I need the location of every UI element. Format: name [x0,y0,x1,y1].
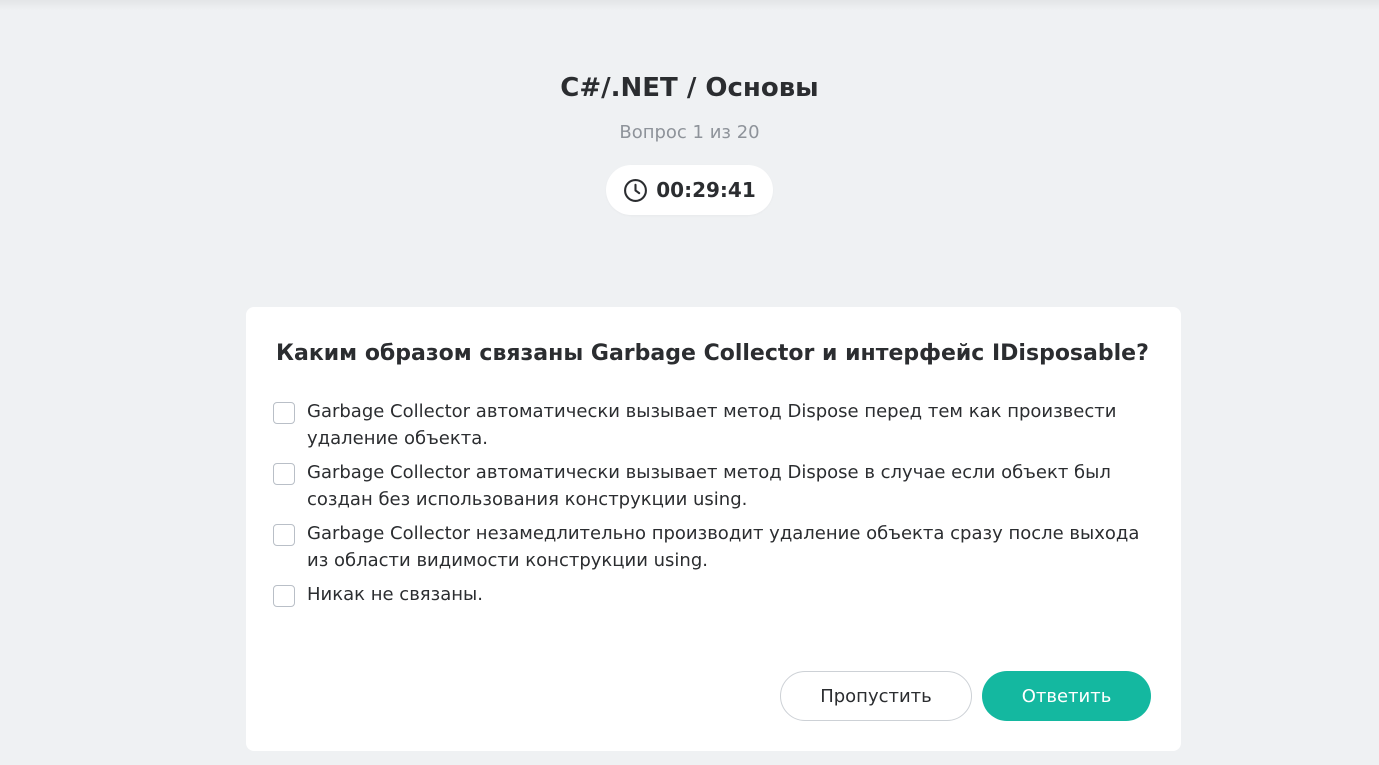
answer-options: Garbage Collector автоматически вызывает… [273,401,1151,608]
skip-button[interactable]: Пропустить [780,671,972,721]
top-shadow [0,0,1379,10]
answer-option-3[interactable]: Garbage Collector незамедлительно произв… [273,523,1151,574]
quiz-header: C#/.NET / Основы Вопрос 1 из 20 00:29:41 [0,68,1379,215]
answer-checkbox-1[interactable] [273,402,295,424]
question-text: Каким образом связаны Garbage Collector … [276,341,1149,366]
answer-option-label: Garbage Collector автоматически вызывает… [307,401,1117,449]
answer-checkbox-4[interactable] [273,585,295,607]
answer-option-4[interactable]: Никак не связаны. [273,584,1151,608]
answer-checkbox-3[interactable] [273,524,295,546]
card-actions: Пропустить Ответить [780,671,1151,721]
clock-icon [624,178,648,202]
timer-badge: 00:29:41 [606,165,773,215]
answer-option-2[interactable]: Garbage Collector автоматически вызывает… [273,462,1151,513]
answer-button[interactable]: Ответить [982,671,1151,721]
answer-option-1[interactable]: Garbage Collector автоматически вызывает… [273,401,1151,452]
page-title: C#/.NET / Основы [560,73,819,103]
answer-checkbox-2[interactable] [273,463,295,485]
timer-value: 00:29:41 [656,178,756,202]
question-progress: Вопрос 1 из 20 [619,122,760,143]
answer-option-label: Garbage Collector автоматически вызывает… [307,462,1111,510]
answer-option-label: Никак не связаны. [307,584,483,605]
answer-option-label: Garbage Collector незамедлительно произв… [307,523,1140,571]
question-card: Каким образом связаны Garbage Collector … [246,307,1181,751]
